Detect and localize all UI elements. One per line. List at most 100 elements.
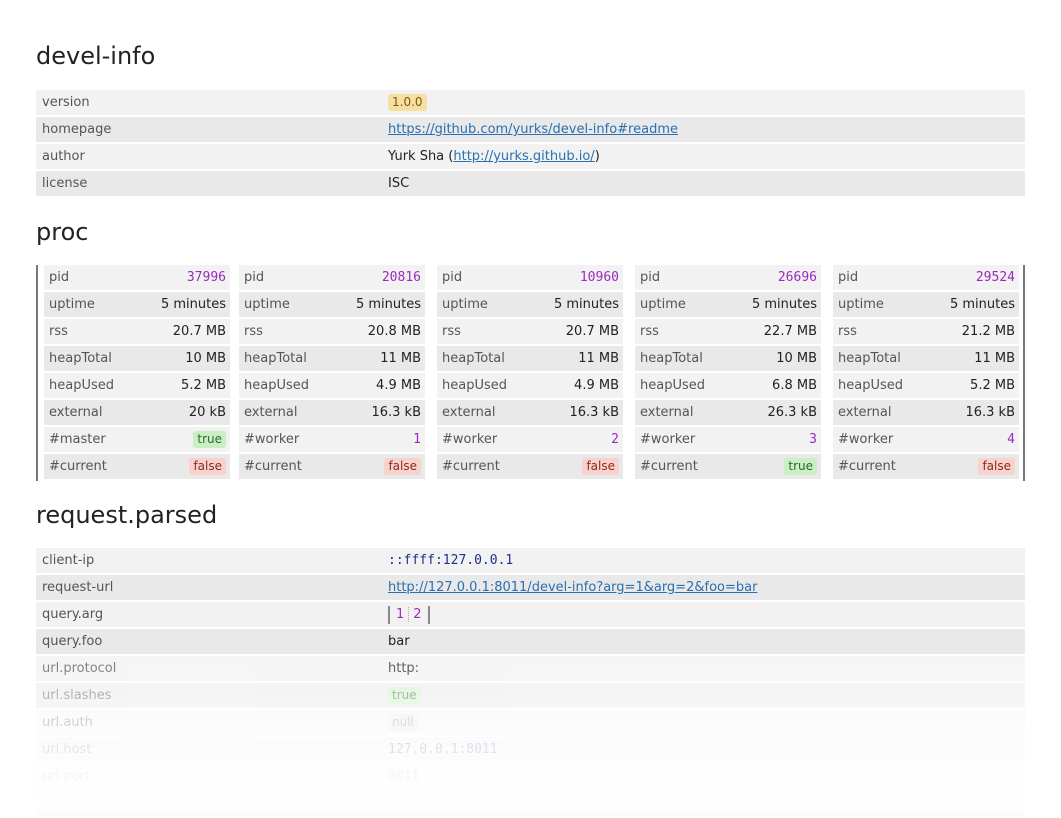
proc-key: #worker [442,432,498,447]
proc-row: external 26.3 kB [635,400,821,425]
proc-key: external [244,405,298,420]
request-url-link[interactable]: http://127.0.0.1:8011/devel-info?arg=1&a… [388,580,757,595]
proc-row: external 16.3 kB [833,400,1019,425]
table-row: url.auth null [36,710,1025,735]
proc-key: uptime [838,297,884,312]
proc-row: uptime 5 minutes [437,292,623,317]
author-key: author [36,144,382,169]
proc-value: 20.8 MB [367,324,421,339]
proc-value: 4.9 MB [574,378,619,393]
proc-value: 5 minutes [553,297,619,312]
proc-value: 4.9 MB [376,378,421,393]
proc-value: false [978,458,1015,475]
proc-card: pid 10960 uptime 5 minutes rss 20.7 MB heapTot… [437,265,623,481]
proc-row: #current false [833,454,1019,479]
proc-value: 11 MB [578,351,619,366]
license-key: license [36,171,382,196]
table-row: url.port 8011 [36,764,1025,789]
client-ip-value: ::ffff:127.0.0.1 [388,553,514,568]
proc-key: rss [442,324,461,339]
url-protocol-value: http: [382,656,1025,681]
table-row: url.host 127.0.0.1:8011 [36,737,1025,762]
proc-key: #current [838,459,896,474]
table-row: author Yurk Sha (http://yurks.github.io/… [36,144,1025,169]
query-arg-array: 12 [388,605,430,624]
proc-row: pid 37996 [44,265,230,290]
proc-key: heapUsed [640,378,705,393]
proc-row: heapTotal 10 MB [635,346,821,371]
proc-value: 5 minutes [160,297,226,312]
proc-value: 37996 [186,270,226,285]
request-parsed-table: client-ip ::ffff:127.0.0.1 request-url h… [36,546,1025,818]
proc-row: heapTotal 11 MB [437,346,623,371]
table-row: url.hostname 127.0.0.1 [36,791,1025,816]
version-key: version [36,90,382,115]
proc-key: pid [244,270,265,285]
proc-value: true [784,458,817,475]
proc-row: rss 20.8 MB [239,319,425,344]
proc-key: heapTotal [838,351,901,366]
proc-value: 26.3 kB [767,405,817,420]
proc-value: 11 MB [380,351,421,366]
proc-value: 5.2 MB [970,378,1015,393]
proc-value: false [189,458,226,475]
request-parsed-heading: request.parsed [36,501,218,529]
table-row: url.slashes true [36,683,1025,708]
proc-value: 20.7 MB [565,324,619,339]
proc-key: heapUsed [244,378,309,393]
proc-value: 16.3 kB [371,405,421,420]
proc-row: heapTotal 11 MB [239,346,425,371]
proc-key: #current [442,459,500,474]
devel-info-table: version 1.0.0 homepage https://github.co… [36,88,1025,198]
proc-row: rss 20.7 MB [44,319,230,344]
proc-key: #current [49,459,107,474]
proc-key: pid [838,270,859,285]
proc-key: pid [640,270,661,285]
table-row: query.arg 12 [36,602,1025,627]
proc-row: heapUsed 5.2 MB [833,373,1019,398]
proc-key: uptime [640,297,686,312]
url-host-key: url.host [36,737,382,762]
url-hostname-value: 127.0.0.1 [388,796,459,811]
proc-key: uptime [244,297,290,312]
proc-card: pid 37996 uptime 5 minutes rss 20.7 MB heapTot… [44,265,230,481]
proc-row: external 20 kB [44,400,230,425]
proc-key: external [838,405,892,420]
proc-heading: proc [36,218,89,246]
proc-key: heapUsed [838,378,903,393]
proc-row: #current false [437,454,623,479]
homepage-key: homepage [36,117,382,142]
proc-value: true [193,431,226,448]
proc-key: external [640,405,694,420]
proc-key: #worker [244,432,300,447]
url-auth-badge: null [388,714,418,731]
proc-value: 16.3 kB [965,405,1015,420]
homepage-link[interactable]: https://github.com/yurks/devel-info#read… [388,122,678,137]
author-link[interactable]: http://yurks.github.io/ [453,149,594,164]
table-row: request-url http://127.0.0.1:8011/devel-… [36,575,1025,600]
table-row: url.protocol http: [36,656,1025,681]
url-port-key: url.port [36,764,382,789]
proc-key: rss [244,324,263,339]
proc-key: heapTotal [244,351,307,366]
proc-row: #current false [239,454,425,479]
proc-value: 22.7 MB [763,324,817,339]
proc-row: #current true [635,454,821,479]
proc-row: rss 22.7 MB [635,319,821,344]
proc-key: heapTotal [640,351,703,366]
proc-key: uptime [49,297,95,312]
proc-key: uptime [442,297,488,312]
proc-key: heapUsed [49,378,114,393]
proc-key: external [49,405,103,420]
proc-array: pid 37996 uptime 5 minutes rss 20.7 MB heapTot… [36,265,1025,481]
url-hostname-key: url.hostname [36,791,382,816]
proc-value: 4 [1007,432,1015,447]
author-name: Yurk Sha [388,149,445,164]
proc-row: #master true [44,427,230,452]
table-row: client-ip ::ffff:127.0.0.1 [36,548,1025,573]
url-port-value: 8011 [388,769,420,784]
request-url-key: request-url [36,575,382,600]
proc-row: uptime 5 minutes [44,292,230,317]
proc-value: 10 MB [185,351,226,366]
table-row: query.foo bar [36,629,1025,654]
